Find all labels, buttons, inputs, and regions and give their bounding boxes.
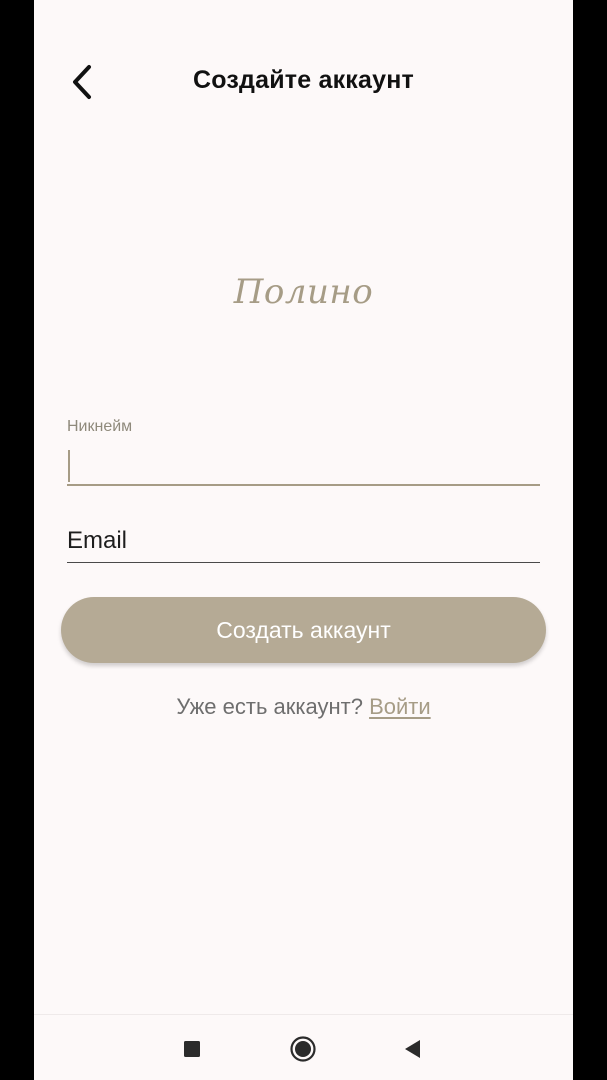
circle-icon (290, 1036, 316, 1062)
page-title: Создайте аккаунт (193, 66, 414, 94)
login-link[interactable]: Войти (369, 694, 431, 719)
text-cursor (68, 450, 70, 482)
triangle-left-icon (405, 1040, 420, 1058)
create-account-button[interactable]: Создать аккаунт (61, 597, 546, 663)
app-logo: Полино (233, 272, 374, 312)
nickname-field: Никнейм (67, 414, 540, 488)
square-icon (184, 1041, 200, 1057)
system-navigation-bar (34, 1014, 573, 1080)
home-button[interactable] (283, 1029, 323, 1069)
app-screen: Создайте аккаунт Полино Никнейм Создать … (34, 0, 573, 1080)
email-input[interactable] (67, 520, 540, 563)
email-field (67, 520, 540, 568)
nickname-label: Никнейм (67, 418, 133, 435)
recents-button[interactable] (172, 1029, 212, 1069)
system-back-button[interactable] (393, 1029, 433, 1069)
login-prompt-row: Уже есть аккаунт? Войти (34, 694, 573, 720)
header: Создайте аккаунт (34, 0, 573, 166)
nickname-input[interactable] (67, 444, 540, 486)
login-prompt: Уже есть аккаунт? (176, 694, 363, 719)
